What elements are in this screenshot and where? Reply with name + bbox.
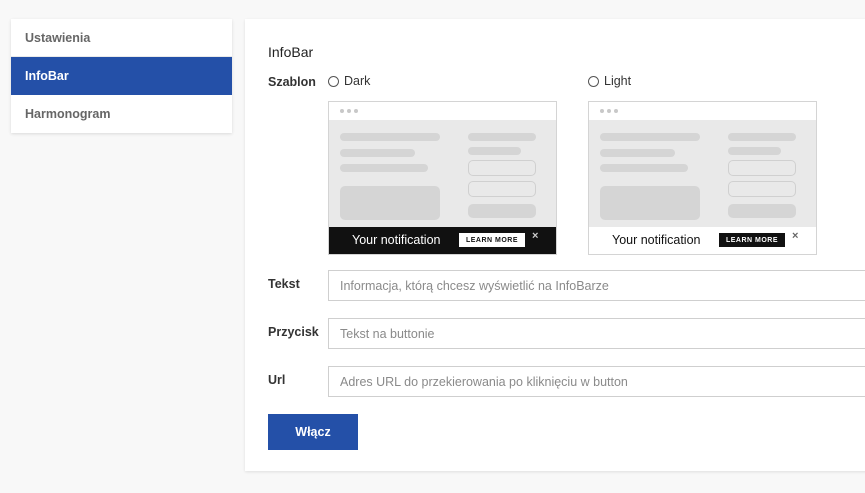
sidebar-item-ustawienia[interactable]: Ustawienia <box>11 19 232 57</box>
radio-dark[interactable]: Dark <box>328 74 370 88</box>
button-text-input[interactable] <box>328 318 865 349</box>
dark-notification-bar: Your notification LEARN MORE × <box>329 227 556 254</box>
light-notification-bar: Your notification LEARN MORE × <box>589 227 816 254</box>
notification-text: Your notification <box>352 233 441 247</box>
radio-dark-label: Dark <box>344 74 371 88</box>
enable-button[interactable]: Włącz <box>268 414 358 450</box>
notification-text: Your notification <box>612 233 701 247</box>
light-template-preview[interactable]: Your notification LEARN MORE × <box>588 101 817 255</box>
learn-more-button: LEARN MORE <box>719 233 785 247</box>
page-title: InfoBar <box>268 44 314 60</box>
url-input[interactable] <box>328 366 865 397</box>
radio-light-circle[interactable] <box>588 75 599 87</box>
radio-light-label: Light <box>604 74 632 88</box>
radio-dark-circle[interactable] <box>328 75 339 87</box>
dark-template-preview[interactable]: Your notification LEARN MORE × <box>328 101 557 255</box>
preview-body <box>589 120 816 229</box>
learn-more-button: LEARN MORE <box>459 233 525 247</box>
sidebar-item-harmonogram[interactable]: Harmonogram <box>11 95 232 133</box>
sidebar-item-infobar[interactable]: InfoBar <box>11 57 232 95</box>
sidebar: Ustawienia InfoBar Harmonogram <box>11 19 232 133</box>
template-label: Szablon <box>268 75 316 89</box>
button-text-label: Przycisk <box>268 325 319 339</box>
preview-topbar <box>589 102 816 120</box>
close-icon: × <box>532 230 539 242</box>
text-label: Tekst <box>268 277 300 291</box>
preview-body <box>329 120 556 229</box>
preview-topbar <box>329 102 556 120</box>
window-dots-icon <box>600 109 618 113</box>
url-label: Url <box>268 373 286 387</box>
infobar-panel: InfoBar Szablon Dark Your notification L… <box>245 19 865 471</box>
text-input[interactable] <box>328 270 865 301</box>
window-dots-icon <box>340 109 358 113</box>
close-icon: × <box>792 230 799 242</box>
radio-light[interactable]: Light <box>588 74 631 88</box>
